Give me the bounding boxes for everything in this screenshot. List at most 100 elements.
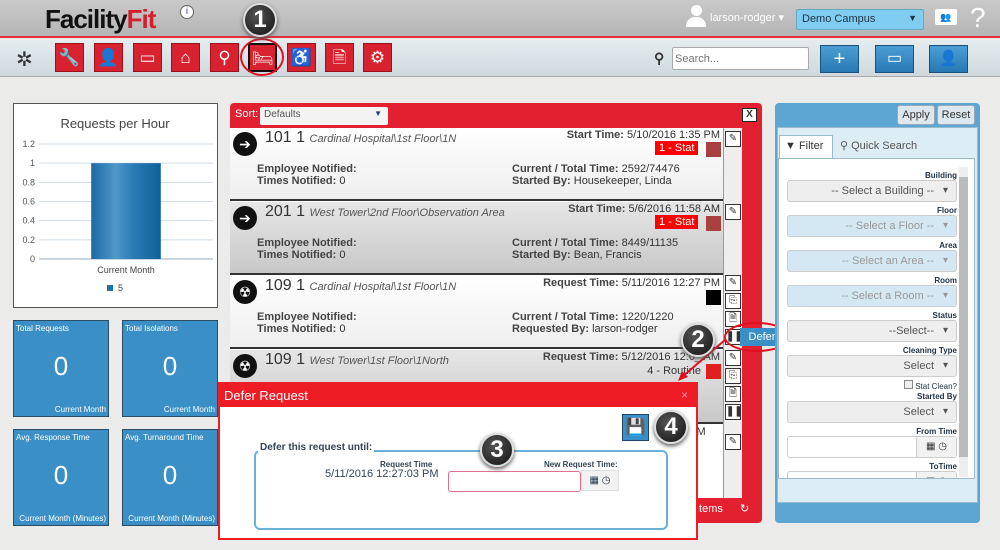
edit-icon[interactable]: ✎	[725, 275, 741, 291]
copy-icon[interactable]: ⎘	[725, 293, 741, 309]
tile-sub: Current Month	[54, 405, 106, 414]
gears-icon[interactable]: ⚙	[363, 43, 392, 72]
tile-sub: Current Month (Minutes)	[19, 514, 106, 523]
campus-select[interactable]: Demo Campus ▼	[796, 9, 924, 30]
calendar-clock-icon[interactable]: ▦ ◷	[916, 472, 956, 478]
bar	[91, 163, 161, 259]
info-icon[interactable]: i	[180, 5, 194, 19]
legend-label: 5	[118, 283, 123, 293]
edit-icon[interactable]: ✎	[725, 131, 741, 147]
calendar-clock-icon[interactable]: ▦ ◷	[916, 437, 956, 457]
sort-label: Sort:	[235, 108, 259, 120]
y-tick-label: 0.2	[22, 235, 35, 245]
wrench-icon[interactable]: 🔧	[55, 43, 84, 72]
to-time-input[interactable]: ▦ ◷	[787, 471, 957, 478]
help-icon[interactable]: ?	[970, 2, 986, 34]
started-by-label: Started By	[916, 392, 957, 401]
new-request-time-input[interactable]	[448, 471, 581, 492]
display-button[interactable]: ▭	[875, 45, 914, 73]
edit-icon[interactable]: ✎	[725, 204, 741, 220]
edit-icon[interactable]: ✎	[725, 434, 741, 450]
tile-value: 0	[162, 460, 178, 490]
dialog-header: Defer Request ×	[220, 384, 696, 407]
wheelchair-icon[interactable]: ♿	[287, 43, 316, 72]
actions-column: ✎ ✎ ✎ ⎘ 🗎 ❚❚ ✎ ⎘ 🗎 ❚❚ ✎	[723, 128, 742, 498]
add-button[interactable]: +	[820, 45, 859, 73]
filter-form: Building-- Select a Building -- Floor-- …	[778, 158, 975, 479]
tile-total-isolations[interactable]: Total Isolations 0 Current Month	[122, 320, 218, 417]
room-label: Room	[934, 276, 957, 285]
chat-icon[interactable]: 👥	[935, 9, 957, 25]
reset-button[interactable]: Reset	[937, 105, 975, 125]
status-select[interactable]: --Select--	[787, 320, 957, 342]
from-time-input[interactable]: ▦ ◷	[787, 436, 957, 458]
home-icon[interactable]: ⌂	[171, 43, 200, 72]
stat-clean-label: Stat Clean?	[915, 382, 957, 391]
y-tick-label: 1.2	[22, 139, 35, 149]
cleaning-type-select[interactable]: Select	[787, 355, 957, 377]
user-avatar-icon	[686, 5, 706, 27]
tile-total-requests[interactable]: Total Requests 0 Current Month	[13, 320, 109, 417]
user-icon[interactable]: 👤	[94, 43, 123, 72]
tile-sub: Current Month	[163, 405, 215, 414]
list-item[interactable]: ➔ 201 1 West Tower\2nd Floor\Observation…	[230, 202, 723, 275]
refresh-icon[interactable]: ↻	[740, 502, 749, 515]
list-item[interactable]: ☢ 109 1 Cardinal Hospital\1st Floor\1N R…	[230, 276, 723, 349]
filter-scrollbar[interactable]	[959, 167, 968, 477]
room-select[interactable]: -- Select a Room --	[787, 285, 957, 307]
tile-avg-response[interactable]: Avg. Response Time 0 Current Month (Minute…	[13, 429, 109, 526]
tile-value: 0	[53, 460, 69, 490]
tile-avg-turnaround[interactable]: Avg. Turnaround Time 0 Current Month (Minu…	[122, 429, 218, 526]
y-tick-label: 0.6	[22, 197, 35, 207]
document-icon[interactable]: 🗎	[725, 386, 741, 402]
tile-value: 0	[53, 351, 69, 381]
callout-ring-1	[240, 38, 284, 76]
started-by-select[interactable]: Select	[787, 401, 957, 423]
dialog-title: Defer Request	[224, 388, 308, 403]
stat-clean-checkbox[interactable]	[903, 380, 913, 389]
pause-defer-icon[interactable]: ❚❚	[725, 404, 742, 420]
area-select[interactable]: -- Select an Area --	[787, 250, 957, 272]
tile-title: Avg. Response Time	[16, 433, 90, 442]
search-tool-icon[interactable]: ⚲	[210, 43, 239, 72]
y-tick-label: 0.4	[22, 216, 35, 226]
list-item[interactable]: ➔ 101 1 Cardinal Hospital\1st Floor\1N S…	[230, 128, 723, 201]
tab-quick-search[interactable]: ⚲ Quick Search	[834, 135, 926, 157]
tile-sub: Current Month (Minutes)	[128, 514, 215, 523]
save-button[interactable]: 💾	[622, 414, 649, 441]
cleaning-type-label: Cleaning Type	[902, 346, 957, 355]
user-menu[interactable]: larson-rodger ▾	[710, 11, 784, 24]
callout-3: 3	[480, 433, 514, 467]
search-icon: ⚲	[654, 50, 665, 66]
from-time-label: From Time	[916, 427, 957, 436]
radiation-icon: ☢	[233, 354, 257, 378]
callout-4: 4	[654, 410, 688, 444]
collapse-icon[interactable]: X	[742, 108, 757, 122]
status-swatch	[706, 142, 721, 157]
filter-panel: Apply Reset ▼ Filter ⚲ Quick Search Buil…	[775, 103, 980, 523]
floor-label: Floor	[937, 206, 957, 215]
tile-value: 0	[162, 351, 178, 381]
calendar-clock-icon[interactable]: ▦ ◷	[581, 470, 619, 491]
user-report-button[interactable]: 👤	[929, 45, 968, 73]
y-tick-label: 0	[30, 254, 35, 264]
close-icon[interactable]: ×	[681, 388, 688, 402]
callout-2: 2	[681, 323, 715, 357]
search-input[interactable]	[672, 47, 809, 70]
compass-icon[interactable]: ✲	[16, 47, 33, 72]
area-label: Area	[939, 241, 957, 250]
arrow-right-icon: ➔	[233, 132, 257, 156]
new-request-time-label: New Request Time:	[544, 460, 618, 469]
sort-select[interactable]: Defaults ▼	[260, 107, 388, 125]
x-tick-label: Current Month	[97, 265, 155, 275]
tab-filter[interactable]: ▼ Filter	[779, 135, 833, 158]
request-time-value: 5/11/2016 12:27:03 PM	[325, 468, 439, 480]
floor-select[interactable]: -- Select a Floor --	[787, 215, 957, 237]
y-tick-label: 0.8	[22, 177, 35, 187]
building-label: Building	[925, 171, 957, 180]
document-icon[interactable]: 🗎	[325, 43, 354, 72]
apply-button[interactable]: Apply	[897, 105, 935, 125]
monitor-icon[interactable]: ▭	[133, 43, 162, 72]
tile-title: Avg. Turnaround Time	[125, 433, 204, 442]
building-select[interactable]: -- Select a Building --	[787, 180, 957, 202]
